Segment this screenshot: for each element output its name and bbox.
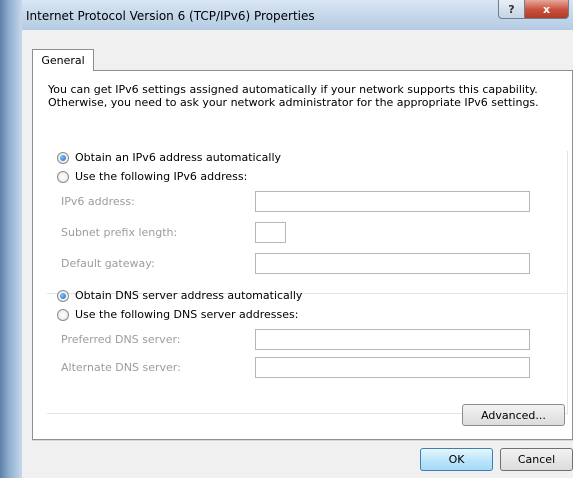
title-bar[interactable]: Internet Protocol Version 6 (TCP/IPv6) P…	[0, 0, 573, 30]
use-following-ipv6-option[interactable]: Use the following IPv6 address:	[57, 170, 247, 183]
window-title: Internet Protocol Version 6 (TCP/IPv6) P…	[26, 9, 315, 23]
obtain-dns-auto-label: Obtain DNS server address automatically	[75, 289, 303, 302]
intro-text: You can get IPv6 settings assigned autom…	[48, 83, 568, 109]
help-button[interactable]: ?	[498, 0, 525, 19]
default-gateway-label: Default gateway:	[61, 257, 155, 270]
window-frame-edge	[0, 0, 22, 478]
subnet-prefix-length-label: Subnet prefix length:	[61, 226, 178, 239]
use-following-dns-label: Use the following DNS server addresses:	[75, 308, 299, 321]
advanced-button-label: Advanced...	[481, 408, 546, 422]
default-gateway-field[interactable]	[255, 253, 530, 274]
dialog-body: General You can get IPv6 settings assign…	[22, 30, 573, 478]
intro-line-1: You can get IPv6 settings assigned autom…	[48, 83, 538, 96]
obtain-ipv6-auto-option[interactable]: Obtain an IPv6 address automatically	[57, 151, 281, 164]
use-following-ipv6-label: Use the following IPv6 address:	[75, 170, 248, 183]
use-following-dns-option[interactable]: Use the following DNS server addresses:	[57, 308, 298, 321]
cancel-button[interactable]: Cancel	[500, 448, 573, 471]
help-icon: ?	[508, 2, 515, 16]
intro-line-2: Otherwise, you need to ask your network …	[48, 96, 539, 109]
footer-divider	[32, 440, 573, 441]
obtain-ipv6-auto-radio[interactable]	[57, 151, 69, 164]
use-following-dns-radio[interactable]	[57, 308, 69, 321]
general-tab-panel: You can get IPv6 settings assigned autom…	[32, 70, 573, 440]
properties-dialog: Internet Protocol Version 6 (TCP/IPv6) P…	[0, 0, 573, 478]
close-button[interactable]: x	[525, 0, 569, 19]
subnet-prefix-length-field[interactable]	[255, 222, 286, 243]
obtain-dns-auto-option[interactable]: Obtain DNS server address automatically	[57, 289, 302, 302]
dns-server-group: Obtain DNS server address automatically …	[47, 289, 568, 414]
tab-general-label: General	[41, 54, 85, 67]
ipv6-address-label: IPv6 address:	[61, 195, 135, 208]
caption-buttons: ? x	[498, 0, 569, 19]
obtain-dns-auto-radio[interactable]	[57, 289, 69, 302]
alternate-dns-label: Alternate DNS server:	[61, 361, 181, 374]
ok-button[interactable]: OK	[420, 448, 493, 471]
obtain-ipv6-auto-label: Obtain an IPv6 address automatically	[75, 151, 282, 164]
preferred-dns-field[interactable]	[255, 329, 530, 350]
cancel-button-label: Cancel	[517, 453, 556, 466]
alternate-dns-field[interactable]	[255, 357, 530, 378]
advanced-button[interactable]: Advanced...	[462, 404, 565, 426]
ok-button-label: OK	[448, 453, 465, 466]
ipv6-address-group: Obtain an IPv6 address automatically Use…	[47, 151, 568, 294]
ipv6-address-field[interactable]	[255, 191, 530, 212]
close-icon: x	[542, 2, 551, 16]
use-following-ipv6-radio[interactable]	[57, 170, 69, 183]
preferred-dns-label: Preferred DNS server:	[61, 333, 181, 346]
tab-general[interactable]: General	[32, 49, 94, 71]
